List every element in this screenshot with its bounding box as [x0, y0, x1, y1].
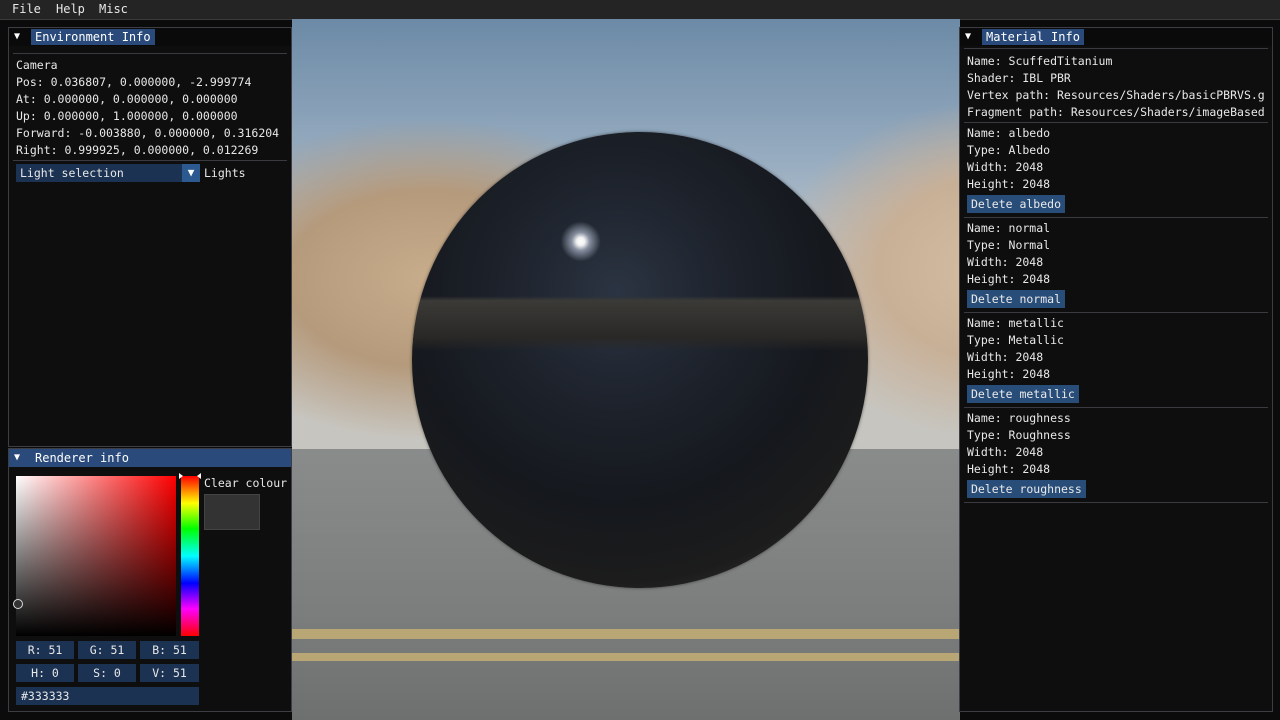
- menu-misc[interactable]: Misc: [99, 2, 128, 16]
- separator: [964, 48, 1268, 49]
- separator: [964, 217, 1268, 218]
- camera-pos: Pos: 0.036807, 0.000000, -2.999774: [16, 75, 252, 89]
- separator: [964, 122, 1268, 123]
- separator: [13, 53, 287, 54]
- road-stripe: [292, 653, 960, 661]
- collapse-arrow-icon[interactable]: ▼: [14, 452, 20, 463]
- light-selection-combo[interactable]: Light selection ▼: [16, 164, 200, 182]
- material-info-titlebar[interactable]: ▼ Material Info: [960, 28, 1272, 46]
- texture-height: Height: 2048: [967, 367, 1051, 381]
- camera-up: Up: 0.000000, 1.000000, 0.000000: [16, 109, 238, 123]
- clear-colour-swatch[interactable]: [204, 494, 260, 530]
- pbr-sphere: [412, 132, 868, 588]
- environment-info-titlebar[interactable]: ▼ Environment Info: [9, 28, 291, 46]
- window-title: Material Info: [982, 29, 1084, 45]
- fragment-path: Fragment path: Resources/Shaders/imageBa…: [967, 105, 1265, 119]
- window-title: Renderer info: [31, 450, 133, 466]
- green-field[interactable]: G: 51: [78, 641, 136, 659]
- separator: [964, 407, 1268, 408]
- value-field[interactable]: V: 51: [140, 664, 199, 682]
- texture-name: Name: normal: [967, 221, 1051, 235]
- saturation-field[interactable]: S: 0: [78, 664, 136, 682]
- texture-height: Height: 2048: [967, 177, 1051, 191]
- texture-name: Name: roughness: [967, 411, 1071, 425]
- collapse-arrow-icon[interactable]: ▼: [965, 31, 971, 42]
- road-stripe: [292, 629, 960, 639]
- texture-height: Height: 2048: [967, 272, 1051, 286]
- material-name: Name: ScuffedTitanium: [967, 54, 1113, 68]
- texture-name: Name: albedo: [967, 126, 1051, 140]
- hue-marker-icon[interactable]: [179, 473, 201, 479]
- menu-help[interactable]: Help: [56, 2, 85, 16]
- scene-viewport[interactable]: [292, 19, 960, 720]
- picker-cursor[interactable]: [13, 599, 23, 609]
- collapse-arrow-icon[interactable]: ▼: [14, 31, 20, 42]
- camera-at: At: 0.000000, 0.000000, 0.000000: [16, 92, 238, 106]
- environment-info-window: ▼ Environment Info Camera Pos: 0.036807,…: [8, 27, 292, 447]
- combo-value: Light selection: [20, 166, 124, 180]
- texture-height: Height: 2048: [967, 462, 1051, 476]
- hue-slider[interactable]: [181, 476, 199, 636]
- texture-width: Width: 2048: [967, 255, 1044, 269]
- blue-field[interactable]: B: 51: [140, 641, 199, 659]
- camera-right: Right: 0.999925, 0.000000, 0.012269: [16, 143, 259, 157]
- menu-file[interactable]: File: [12, 2, 41, 16]
- delete-metallic-button[interactable]: Delete metallic: [967, 385, 1079, 403]
- clear-colour-label: Clear colour: [204, 476, 288, 490]
- camera-forward: Forward: -0.003880, 0.000000, 0.316204: [16, 126, 280, 140]
- texture-type: Type: Roughness: [967, 428, 1071, 442]
- camera-label: Camera: [16, 58, 58, 72]
- delete-roughness-button[interactable]: Delete roughness: [967, 480, 1086, 498]
- chevron-down-icon[interactable]: ▼: [182, 164, 200, 182]
- texture-type: Type: Albedo: [967, 143, 1051, 157]
- texture-type: Type: Normal: [967, 238, 1051, 252]
- texture-name: Name: metallic: [967, 316, 1064, 330]
- texture-width: Width: 2048: [967, 350, 1044, 364]
- texture-type: Type: Metallic: [967, 333, 1064, 347]
- separator: [964, 502, 1268, 503]
- hex-field[interactable]: #333333: [16, 687, 199, 705]
- separator: [964, 312, 1268, 313]
- separator: [13, 160, 287, 161]
- texture-width: Width: 2048: [967, 160, 1044, 174]
- material-info-window: ▼ Material Info Name: ScuffedTitanium Sh…: [959, 27, 1273, 712]
- lights-label: Lights: [204, 166, 246, 180]
- texture-width: Width: 2048: [967, 445, 1044, 459]
- vertex-path: Vertex path: Resources/Shaders/basicPBRV…: [967, 88, 1265, 102]
- window-title: Environment Info: [31, 29, 155, 45]
- hue-field[interactable]: H: 0: [16, 664, 74, 682]
- saturation-value-picker[interactable]: [16, 476, 176, 636]
- red-field[interactable]: R: 51: [16, 641, 74, 659]
- renderer-info-window: ▼ Renderer info Clear colour R: 51 G: 51…: [8, 448, 292, 712]
- material-shader: Shader: IBL PBR: [967, 71, 1071, 85]
- renderer-info-titlebar[interactable]: ▼ Renderer info: [9, 449, 291, 467]
- menu-bar: File Help Misc: [0, 0, 1280, 20]
- delete-normal-button[interactable]: Delete normal: [967, 290, 1066, 308]
- delete-albedo-button[interactable]: Delete albedo: [967, 195, 1066, 213]
